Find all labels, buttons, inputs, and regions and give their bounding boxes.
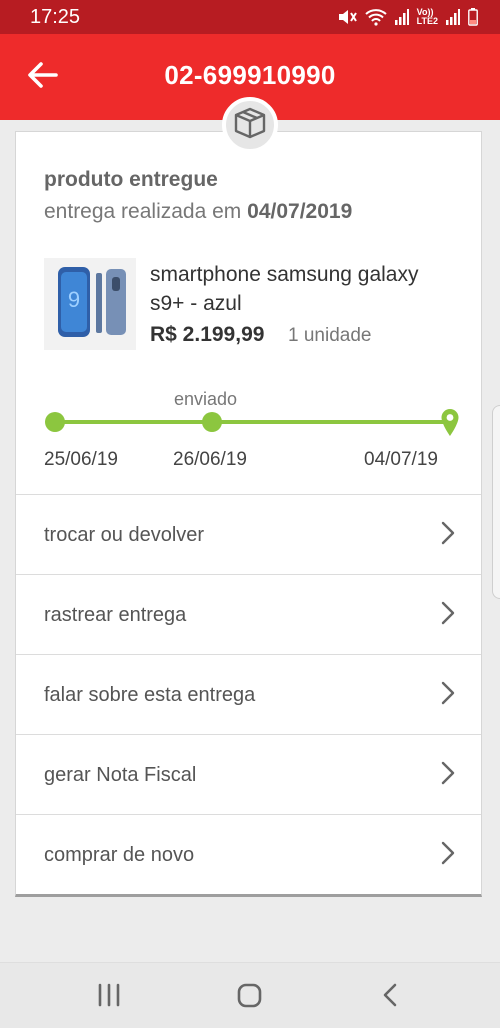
product-image[interactable]: 9 [44, 258, 136, 350]
delivery-timeline: enviado 25/06/19 26/06/19 04/07/19 [16, 382, 483, 482]
order-card: produto entregue entrega realizada em 04… [15, 131, 482, 897]
menu-item-label: trocar ou devolver [44, 524, 205, 546]
product-name[interactable]: smartphone samsung galaxy s9+ - azul [150, 260, 450, 318]
wifi-icon [364, 8, 387, 26]
timeline-dot-start [45, 412, 65, 432]
delivery-info: entrega realizada em 04/07/2019 [44, 200, 352, 224]
order-number-title: 02-699910990 [164, 60, 336, 90]
menu-item-exchange-return[interactable]: trocar ou devolver [16, 494, 481, 574]
svg-text:9: 9 [68, 287, 80, 312]
mute-icon [337, 8, 357, 26]
system-nav-bar [0, 962, 500, 1028]
chevron-right-icon [441, 761, 455, 790]
delivery-prefix: entrega realizada em [44, 200, 242, 223]
package-badge [222, 97, 278, 153]
timeline-date-start: 25/06/19 [44, 449, 118, 470]
volte-lte2-icon: Vo)) LTE2 [417, 8, 438, 26]
smartphone-icon: 9 [50, 263, 130, 346]
menu-item-label: gerar Nota Fiscal [44, 764, 197, 786]
timeline-progress-line [56, 420, 450, 424]
chevron-right-icon [441, 841, 455, 870]
delivery-status-title: produto entregue [44, 168, 218, 191]
status-time: 17:25 [30, 5, 81, 28]
battery-low-icon [468, 8, 478, 26]
lte-label: LTE2 [416, 16, 438, 26]
signal-icon [446, 9, 460, 25]
location-pin-icon [440, 408, 460, 443]
package-box-icon [233, 106, 267, 145]
recent-apps-icon[interactable] [96, 981, 122, 1014]
product-price: R$ 2.199,99 [150, 323, 265, 346]
home-icon[interactable] [236, 981, 264, 1014]
timeline-dot-shipped [202, 412, 222, 432]
timeline-stage-label: enviado [174, 389, 238, 409]
status-icons: Vo)) LTE2 [337, 8, 478, 26]
menu-item-talk-about-delivery[interactable]: falar sobre esta entrega [16, 654, 481, 734]
menu-item-track-delivery[interactable]: rastrear entrega [16, 574, 481, 654]
menu-item-label: comprar de novo [44, 844, 195, 866]
signal-icon [394, 9, 409, 25]
chevron-right-icon [441, 601, 455, 630]
timeline-date-delivered: 04/07/19 [364, 449, 438, 470]
back-icon[interactable] [380, 981, 400, 1014]
status-bar: 17:25 Vo)) LTE2 [0, 0, 500, 34]
edge-panel-handle[interactable] [492, 405, 500, 599]
timeline-date-shipped: 26/06/19 [173, 449, 247, 470]
menu-item-label: falar sobre esta entrega [44, 684, 256, 706]
order-actions-menu: trocar ou devolver rastrear entrega fala… [16, 494, 481, 894]
menu-item-buy-again[interactable]: comprar de novo [16, 814, 481, 894]
product-quantity: 1 unidade [288, 325, 372, 346]
menu-item-generate-invoice[interactable]: gerar Nota Fiscal [16, 734, 481, 814]
chevron-right-icon [441, 681, 455, 710]
menu-item-label: rastrear entrega [44, 604, 187, 626]
chevron-right-icon [441, 521, 455, 550]
delivery-date: 04/07/2019 [247, 200, 353, 223]
